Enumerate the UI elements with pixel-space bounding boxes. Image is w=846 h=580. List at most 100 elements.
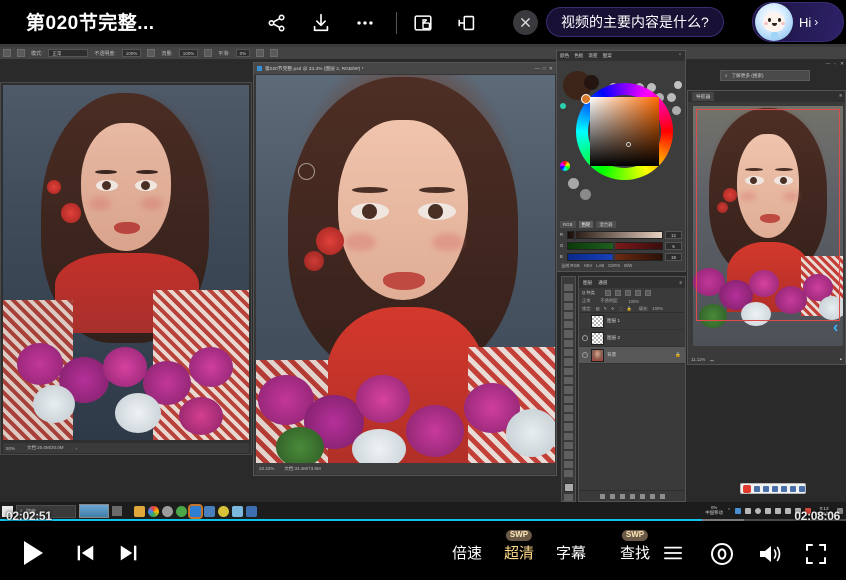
layer-row[interactable]: 图层 2 — [579, 330, 685, 347]
type-tool-icon[interactable] — [564, 433, 573, 440]
clone-stamp-tool-icon[interactable] — [564, 368, 573, 375]
ime-toolbox-icon[interactable] — [790, 486, 796, 492]
ime-settings-icon[interactable] — [799, 486, 805, 492]
path-select-tool-icon[interactable] — [564, 442, 573, 449]
crop-tool-icon[interactable] — [564, 321, 573, 328]
layer-mask-icon[interactable] — [620, 494, 625, 499]
gray-swatch2-icon[interactable] — [580, 189, 591, 200]
lock-transparent-icon[interactable]: ▨ — [596, 306, 600, 311]
ime-punctuation-icon[interactable] — [763, 486, 769, 492]
tab-navigator[interactable]: 导航器 — [692, 92, 714, 101]
filter-adjustment-icon[interactable] — [615, 290, 621, 296]
lock-image-icon[interactable]: ✎ — [604, 306, 608, 311]
browser-icon[interactable] — [162, 506, 173, 517]
slider-track-r[interactable] — [567, 231, 663, 239]
layer-thumbnail[interactable] — [591, 332, 604, 345]
layer-row[interactable]: 背景 🔒 — [579, 347, 685, 364]
slider-value-r[interactable]: 12 — [665, 231, 682, 239]
panel-expand-arrow-icon[interactable]: ‹ — [833, 319, 838, 337]
hand-tool-icon[interactable] — [564, 461, 573, 468]
link-layers-icon[interactable] — [600, 494, 605, 499]
hue-handle[interactable] — [581, 94, 591, 104]
color-panel-tabs[interactable]: 颜色 色板 渐变 图案 ⌃ — [557, 51, 685, 61]
tray-app4-icon[interactable] — [765, 508, 771, 514]
maximize-icon[interactable]: ▫ — [834, 62, 836, 67]
color-panel[interactable]: 颜色 色板 渐变 图案 ⌃ — [556, 50, 686, 272]
doc-minimize-icon[interactable]: — — [535, 66, 540, 72]
new-layer-icon[interactable] — [650, 494, 655, 499]
note-icon[interactable] — [232, 506, 243, 517]
mode-cmyk[interactable]: CMYK — [608, 263, 620, 269]
pressure-opacity-icon[interactable] — [147, 49, 155, 57]
document-canvas-left[interactable] — [3, 85, 249, 440]
marquee-tool-icon[interactable] — [564, 293, 573, 300]
preset-swatch-7[interactable] — [672, 106, 681, 115]
navigator-thumbnail[interactable] — [693, 106, 843, 346]
preset-swatch-8[interactable] — [674, 81, 682, 89]
document-window-left[interactable]: 50% 文档:20.0M/20.0M › — [0, 82, 252, 455]
minimize-icon[interactable]: — — [825, 62, 830, 67]
brush-tool-icon-box[interactable] — [564, 358, 573, 365]
more-options-icon[interactable] — [352, 10, 378, 36]
volume-button[interactable] — [756, 541, 784, 567]
ai-question-chip[interactable]: 视频的主要内容是什么? — [546, 7, 724, 37]
eyedropper-tool-icon[interactable] — [564, 340, 573, 347]
layers-blend-row[interactable]: 正常 不透明度: 100% — [579, 297, 685, 305]
color-wheel-area[interactable] — [557, 61, 685, 219]
options-opacity-value[interactable]: 100% — [122, 49, 142, 57]
slider-thumb-g[interactable] — [613, 242, 615, 252]
layer-fill-value[interactable]: 100% — [652, 306, 663, 311]
photoshop-search-field[interactable]: ⌕ 了解更多 (搜索) — [720, 70, 810, 81]
wechat-icon[interactable] — [176, 506, 187, 517]
background-color-swatch[interactable] — [584, 75, 599, 90]
filter-shape-icon[interactable] — [635, 290, 641, 296]
tray-app2-icon[interactable] — [745, 508, 751, 514]
doc-close-icon[interactable]: ✕ — [549, 66, 553, 72]
navigator-menu-icon[interactable]: ≡ — [839, 94, 845, 99]
document-window-center[interactable]: 第020节完整.psd @ 33.3% (图层 2, RGB/8#) * — □… — [253, 62, 557, 476]
task-view-icon[interactable] — [112, 506, 122, 516]
file-explorer-icon[interactable] — [134, 506, 145, 517]
tab-layers[interactable]: 图层 — [583, 280, 592, 286]
record-button[interactable] — [708, 540, 736, 568]
tray-expand-icon[interactable]: ⌃ — [727, 508, 731, 514]
panel-collapse-icon[interactable]: ⌃ — [678, 53, 685, 59]
layers-panel-footer[interactable] — [579, 490, 685, 501]
eraser-tool-icon[interactable] — [564, 386, 573, 393]
mode-tab-wheel[interactable]: 色轮 — [579, 221, 594, 228]
lasso-tool-icon[interactable] — [564, 303, 573, 310]
mode-lab[interactable]: LAB — [596, 263, 604, 269]
network-icon[interactable] — [775, 508, 781, 514]
play-button[interactable] — [16, 536, 50, 570]
layers-panel-menu-icon[interactable]: ≡ — [679, 280, 685, 285]
symmetry-icon[interactable] — [270, 49, 278, 57]
filter-smart-icon[interactable] — [645, 290, 651, 296]
app-icon[interactable] — [246, 506, 257, 517]
filter-type-icon[interactable] — [625, 290, 631, 296]
adjustment-layer-icon[interactable] — [630, 494, 635, 499]
fullscreen-button[interactable] — [802, 541, 830, 567]
new-group-icon[interactable] — [640, 494, 645, 499]
slider-thumb-b[interactable] — [613, 253, 615, 263]
slider-track-b[interactable] — [567, 253, 663, 261]
picture-in-picture-icon[interactable] — [410, 10, 436, 36]
quick-mask-icon[interactable] — [564, 494, 573, 501]
lock-nesting-icon[interactable]: ⬚ — [619, 306, 623, 311]
slider-value-b[interactable]: 19 — [665, 253, 682, 261]
layer-row[interactable]: 图层 1 — [579, 313, 685, 330]
photoshop-icon[interactable] — [190, 506, 201, 517]
quick-select-tool-icon[interactable] — [564, 312, 573, 319]
move-tool-icon[interactable] — [564, 284, 573, 291]
photoshop-window-controls[interactable]: — ▫ ✕ — [825, 62, 844, 67]
cast-icon[interactable] — [454, 10, 480, 36]
zoom-tool-icon[interactable] — [564, 470, 573, 477]
brush-tool-icon[interactable] — [3, 49, 11, 57]
color-mode-tabs[interactable]: RGB 色轮 混合器 — [560, 221, 682, 228]
slider-row-r[interactable]: R 12 — [560, 230, 682, 239]
tab-gradients[interactable]: 渐变 — [588, 53, 597, 59]
options-mode-value[interactable]: 正常 — [48, 49, 88, 57]
slider-value-g[interactable]: 6 — [665, 242, 682, 250]
airbrush-icon[interactable] — [204, 49, 212, 57]
saturation-brightness-square[interactable] — [590, 97, 659, 166]
doc-maximize-icon[interactable]: □ — [543, 66, 546, 72]
